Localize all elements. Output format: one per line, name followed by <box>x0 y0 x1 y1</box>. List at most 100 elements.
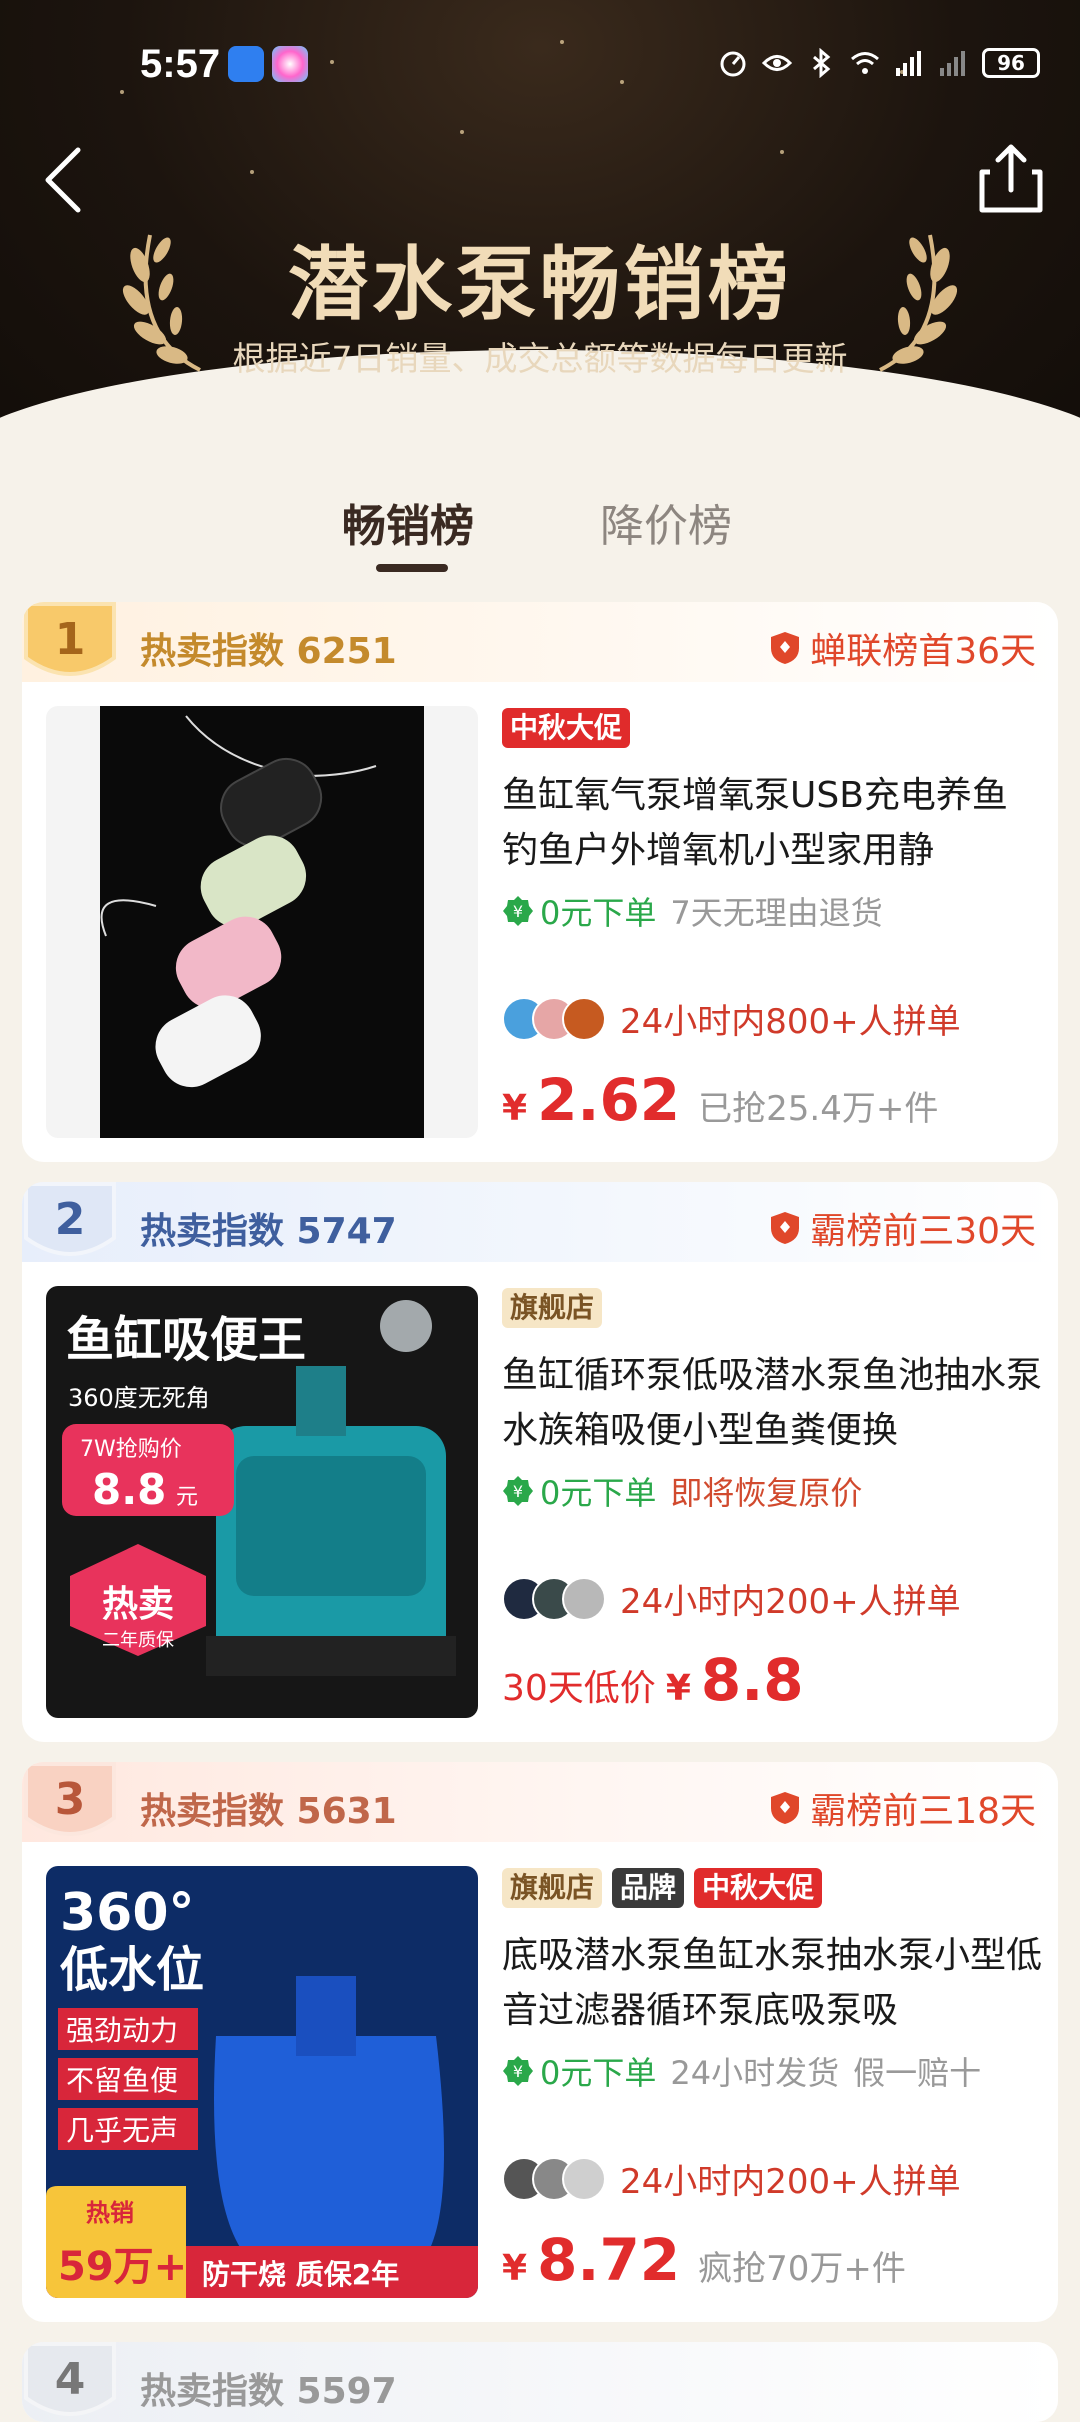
signal-icon-2 <box>940 51 965 76</box>
image-bottom-text: 防干烧 质保2年 <box>202 2258 399 2291</box>
buyer-avatars <box>502 1576 606 1621</box>
card-header: 2 热卖指数 5747 霸榜前三30天 <box>22 1182 1058 1262</box>
promo-badge: 中秋大促 <box>694 1868 823 1908</box>
eye-icon <box>762 55 792 71</box>
product-card[interactable]: 3 热卖指数 5631 霸榜前三18天 360° 低水位 强劲动力 不留鱼便 几… <box>22 1762 1058 2322</box>
rank-tag-text: 霸榜前三18天 <box>810 1791 1036 1832</box>
svg-text:¥: ¥ <box>513 2062 523 2081</box>
bluetooth-icon <box>813 48 831 78</box>
avatar <box>562 1576 606 1621</box>
signal-icon <box>896 51 921 76</box>
hot-index: 热卖指数 6251 <box>140 631 397 672</box>
image-point-2: 不留鱼便 <box>66 2064 178 2097</box>
zero-yuan-icon: ¥ <box>503 1476 533 1506</box>
weather-app-icon <box>228 46 264 82</box>
perk-text: 24小时发货 <box>670 2054 840 2092</box>
image-promo-unit: 元 <box>176 1485 198 1510</box>
wifi-icon <box>851 52 879 74</box>
page-title: 潜水泵畅销榜 <box>288 238 792 331</box>
product-info: 旗舰店 鱼缸循环泵低吸潜水泵鱼池抽水泵水族箱吸便小型鱼粪便换 ¥ 0元下单 即将… <box>502 1286 1042 1714</box>
share-icon[interactable] <box>976 140 1046 216</box>
zero-order-text: 0元下单 <box>540 1474 657 1512</box>
rank-badge: 4 <box>24 2342 116 2416</box>
product-image[interactable] <box>46 706 478 1138</box>
avatar <box>562 2156 606 2201</box>
zero-order-perk: ¥ 0元下单 <box>502 888 656 934</box>
image-promo-price: 8.8 <box>92 1465 166 1514</box>
promo-badge: 中秋大促 <box>502 708 631 748</box>
card-header: 1 热卖指数 6251 蝉联榜首36天 <box>22 602 1058 682</box>
image-promo-label: 7W抢购价 <box>80 1437 182 1462</box>
rank-number: 3 <box>55 1774 86 1825</box>
hot-index: 热卖指数 5631 <box>140 1791 397 1832</box>
group-buy-text: 24小时内800+人拼单 <box>620 1002 961 1042</box>
product-title[interactable]: 底吸潜水泵鱼缸水泵抽水泵小型低音过滤器循环泵底吸泵吸 <box>502 1928 1042 2038</box>
page-subtitle: 根据近7日销量、成交总额等数据每日更新 <box>232 339 848 378</box>
rank-badge: 2 <box>24 1182 116 1256</box>
zero-yuan-icon: ¥ <box>503 2056 533 2086</box>
product-card[interactable]: 4 热卖指数 5597 <box>22 2342 1058 2422</box>
price: 2.62 <box>537 1066 681 1134</box>
active-tab-indicator <box>376 564 448 572</box>
price: 8.8 <box>700 1646 804 1714</box>
tab-price-drop[interactable]: 降价榜 <box>600 490 732 554</box>
svg-text:¥: ¥ <box>513 1482 523 1501</box>
image-hot: 热卖 <box>102 1584 174 1625</box>
rank-number: 2 <box>55 1194 86 1245</box>
card-header: 4 热卖指数 5597 <box>22 2342 1058 2422</box>
group-buy-text: 24小时内200+人拼单 <box>620 2162 961 2202</box>
rank-badge: 1 <box>24 602 116 676</box>
image-warranty: 二年质保 <box>102 1630 174 1651</box>
rank-tag: 霸榜前三30天 <box>768 1202 1036 1254</box>
hot-index: 热卖指数 5597 <box>140 2371 397 2412</box>
rank-number: 4 <box>55 2354 86 2405</box>
svg-text:¥: ¥ <box>513 902 523 921</box>
card-header: 3 热卖指数 5631 霸榜前三18天 <box>22 1762 1058 1842</box>
tab-bestseller[interactable]: 畅销榜 <box>342 490 474 554</box>
shield-icon <box>771 1212 800 1244</box>
image-headline-2: 低水位 <box>60 1942 204 1998</box>
product-info: 中秋大促 鱼缸氧气泵增氧泵USB充电养鱼钓鱼户外增氧机小型家用静 ¥ 0元下单 … <box>502 706 1042 1134</box>
price-row: ¥ 8.72 疯抢70万+件 <box>502 2226 906 2294</box>
product-card[interactable]: 2 热卖指数 5747 霸榜前三30天 鱼缸吸便王 360度无死角 7W抢购价 … <box>22 1182 1058 1742</box>
product-title[interactable]: 鱼缸氧气泵增氧泵USB充电养鱼钓鱼户外增氧机小型家用静 <box>502 768 1042 878</box>
perk-text: 假一赔十 <box>853 2054 982 2092</box>
group-buy: 24小时内200+人拼单 <box>502 1574 961 1623</box>
photos-app-icon <box>272 46 308 82</box>
hot-index: 热卖指数 5747 <box>140 1211 397 1252</box>
status-bar: 5:57 96 <box>0 34 1080 98</box>
group-buy: 24小时内200+人拼单 <box>502 2154 961 2203</box>
zero-order-perk: ¥ 0元下单 <box>502 1468 656 1514</box>
currency-symbol: ¥ <box>502 2248 528 2289</box>
back-arrow-icon[interactable] <box>34 140 94 220</box>
image-sub: 360度无死角 <box>68 1384 210 1412</box>
image-point-3: 几乎无声 <box>66 2114 178 2147</box>
product-image[interactable]: 360° 低水位 强劲动力 不留鱼便 几乎无声 热销 59万+ 防干烧 质保2年 <box>46 1866 478 2298</box>
product-card[interactable]: 1 热卖指数 6251 蝉联榜首36天 中秋大促 鱼缸氧气泵增氧泵USB充电养鱼… <box>22 602 1058 1162</box>
perk-text: 7天无理由退货 <box>670 894 883 932</box>
buyer-avatars <box>502 996 606 1041</box>
battery-level: 96 <box>997 51 1025 75</box>
rank-tag-text: 蝉联榜首36天 <box>810 631 1036 672</box>
product-title[interactable]: 鱼缸循环泵低吸潜水泵鱼池抽水泵水族箱吸便小型鱼粪便换 <box>502 1348 1042 1458</box>
rank-number: 1 <box>55 614 86 665</box>
currency-symbol: ¥ <box>502 1088 528 1129</box>
sold-count: 已抢25.4万+件 <box>698 1089 939 1129</box>
price-row: 30天低价 ¥ 8.8 <box>502 1646 804 1714</box>
shield-icon <box>771 1792 800 1824</box>
product-image[interactable]: 鱼缸吸便王 360度无死角 7W抢购价 8.8 元 热卖 二年质保 <box>46 1286 478 1718</box>
group-buy: 24小时内800+人拼单 <box>502 994 961 1043</box>
zero-order-text: 0元下单 <box>540 894 657 932</box>
price-prefix: 30天低价 <box>502 1668 656 1709</box>
zero-yuan-icon: ¥ <box>503 896 533 926</box>
sold-count: 疯抢70万+件 <box>698 2249 906 2289</box>
perk-text: 即将恢复原价 <box>670 1474 863 1512</box>
battery-indicator: 96 <box>982 48 1040 78</box>
store-badge: 旗舰店 <box>502 1868 603 1908</box>
avatar <box>562 996 606 1041</box>
zero-order-perk: ¥ 0元下单 <box>502 2048 656 2094</box>
price: 8.72 <box>537 2226 681 2294</box>
rank-tag: 蝉联榜首36天 <box>768 622 1036 674</box>
image-point-1: 强劲动力 <box>66 2014 178 2047</box>
speed-icon <box>720 51 746 77</box>
